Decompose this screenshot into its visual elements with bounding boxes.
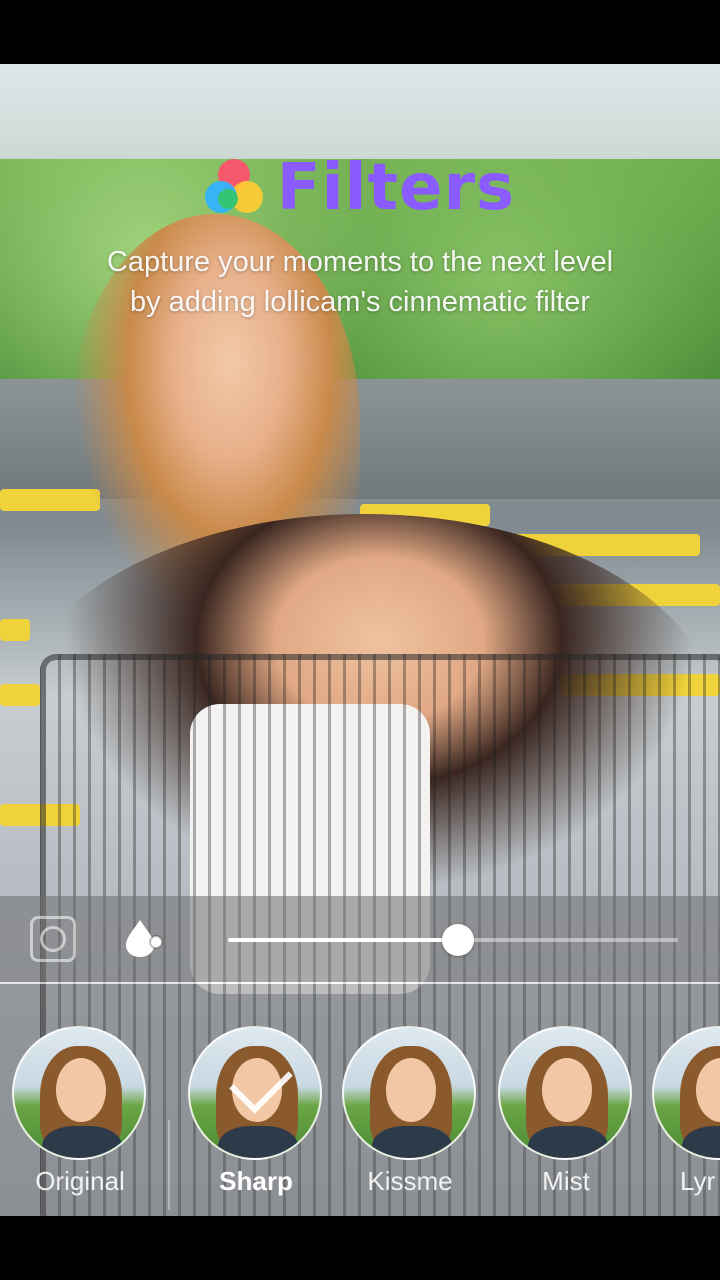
filter-thumbnail: [652, 1026, 720, 1160]
slider-knob[interactable]: [441, 924, 474, 956]
top-black-bar: [0, 0, 720, 64]
filter-thumbnail: [498, 1026, 632, 1160]
filter-label: Sharp: [219, 1166, 293, 1196]
yellow-step-stripe: [0, 619, 30, 641]
subtitle-line-2: by adding lollicam's cinnematic filter: [129, 286, 591, 318]
filter-separator: [168, 1120, 170, 1210]
filter-item-mist[interactable]: Mist: [498, 1026, 634, 1206]
bottom-black-bar: [0, 1216, 720, 1280]
filter-item-sharp[interactable]: Sharp: [188, 1026, 324, 1206]
filter-label: Mist: [542, 1166, 590, 1196]
filter-thumbnail: [188, 1026, 322, 1160]
square-circle-icon[interactable]: [30, 916, 76, 962]
subtitle-line-1: Capture your moments to the next level: [106, 246, 614, 278]
filter-label: Kissme: [367, 1166, 453, 1196]
filter-strip: Original Sharp Kissme Mist Lyr: [0, 984, 720, 1216]
filter-thumbnail: [12, 1026, 146, 1160]
header: Filters: [0, 148, 720, 228]
filter-item-lyr[interactable]: Lyr: [652, 1026, 720, 1206]
filter-item-kissme[interactable]: Kissme: [342, 1026, 478, 1206]
slider-fill: [228, 938, 458, 942]
filter-thumbnail: [342, 1026, 476, 1160]
drop-icon[interactable]: [122, 916, 166, 960]
lollicam-logo-icon: [204, 159, 263, 217]
filter-label: Original: [35, 1166, 125, 1196]
intensity-slider[interactable]: [228, 924, 678, 956]
filter-item-original[interactable]: Original: [12, 1026, 148, 1206]
page-title: Filters: [276, 151, 516, 225]
filter-label: Lyr: [680, 1166, 716, 1196]
subtitle: Capture your moments to the next level b…: [0, 242, 720, 322]
